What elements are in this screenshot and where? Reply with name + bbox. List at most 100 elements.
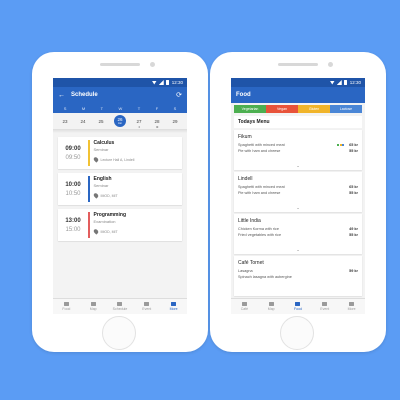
event-start: 13:00 — [65, 217, 81, 224]
app-bar: Food — [231, 87, 365, 103]
nav-label: Map — [267, 307, 275, 311]
restaurant-card[interactable]: Little India Chicken Korma with rice 49 … — [234, 214, 362, 254]
restaurant-name: Little India — [238, 218, 261, 224]
back-arrow-icon[interactable]: ← — [58, 92, 65, 99]
nav-label: More — [169, 307, 178, 311]
nav-schedule[interactable]: Schedule — [109, 302, 131, 311]
nav-label: Food — [62, 307, 71, 311]
event-dots-icon: •• — [156, 123, 158, 129]
nav-event[interactable]: Event — [314, 302, 336, 311]
weekday-label: T — [137, 105, 141, 111]
date-cell[interactable]: 28 •• — [152, 119, 162, 129]
nav-food[interactable]: Food — [55, 302, 77, 311]
event-icon — [322, 302, 328, 306]
nav-event[interactable]: Event — [136, 302, 158, 311]
dish-price: 59 kr — [349, 269, 358, 273]
schedule-screen: 12:30 ← Schedule ⟳ S M T W T F S 23 24 2… — [53, 78, 187, 314]
restaurant-card[interactable]: Café Tornet Lasagna 59 kr Spinach lasagn… — [234, 256, 362, 296]
battery-icon — [343, 80, 347, 85]
signal-icon — [336, 80, 342, 85]
speaker — [278, 63, 318, 66]
event-card[interactable]: 09:00 09:50 Calculus Seminar Lecture Hal… — [58, 137, 182, 169]
chevron-down-icon[interactable]: ⌄ — [234, 163, 362, 168]
date-cell[interactable]: 29 — [170, 119, 180, 124]
status-bar: 12:30 — [53, 78, 187, 87]
date-cell[interactable]: 25 — [96, 119, 106, 124]
event-start: 09:00 — [65, 145, 81, 152]
dish-price: 55 kr — [349, 149, 358, 153]
refresh-icon[interactable]: ⟳ — [176, 91, 182, 99]
dish-name: Fried vegetables with rice — [238, 233, 282, 237]
dish-row: Spinach lasagna with aubergine — [238, 274, 358, 280]
nav-label: Event — [142, 307, 152, 311]
event-card[interactable]: 10:00 10:50 English Seminar IMOD, MIT — [58, 173, 182, 205]
weekday-label: F — [155, 105, 159, 111]
dish-name: Chicken Korma with rice — [238, 227, 279, 231]
location-pin-icon — [92, 156, 99, 163]
tag-vegetarian[interactable]: Vegetarian — [234, 105, 266, 113]
dish-name: Spinach lasagna with aubergine — [238, 275, 292, 279]
phone-food: 12:30 Food Vegetarian Vegan Gluten Lacto… — [210, 52, 386, 352]
event-subject: Calculus — [93, 140, 115, 146]
event-card[interactable]: 13:00 15:00 Programming Examination IMOD… — [58, 209, 182, 241]
cafe-icon — [241, 302, 247, 306]
calendar-icon — [117, 302, 123, 306]
dish-name: Lasagna — [238, 269, 253, 273]
weekday-label: W — [118, 105, 123, 111]
date-cell[interactable]: 24 — [78, 119, 88, 124]
home-button[interactable] — [102, 316, 136, 350]
event-times: 13:00 15:00 — [58, 209, 88, 241]
signal-icon — [158, 80, 164, 85]
diet-marks — [337, 143, 344, 147]
nav-food[interactable]: Food — [287, 302, 309, 311]
nav-map[interactable]: Map — [260, 302, 282, 311]
event-end: 15:00 — [65, 226, 81, 233]
dish-row: Fried vegetables with rice 55 kr — [238, 232, 358, 238]
location-pin-icon — [92, 228, 99, 235]
restaurant-card[interactable]: Fikum Spaghetti with minced meat 65 kr P… — [234, 130, 362, 170]
wifi-icon — [151, 80, 157, 85]
event-icon — [144, 302, 150, 306]
restaurant-name: Lindell — [238, 176, 253, 182]
date-cell-selected[interactable]: 26 Jun — [114, 115, 126, 127]
speaker — [100, 63, 140, 66]
bottom-nav: Food Map Schedule Event More — [53, 298, 187, 314]
more-icon — [349, 302, 355, 306]
dish-price: 55 kr — [349, 191, 358, 195]
dish-row: Pie with ham and cheese 55 kr — [238, 148, 358, 154]
chevron-down-icon[interactable]: ⌄ — [234, 205, 362, 210]
weekday-label: M — [81, 105, 86, 111]
nav-more[interactable]: More — [163, 302, 185, 311]
event-times: 10:00 10:50 — [58, 173, 88, 205]
nav-map[interactable]: Map — [82, 302, 104, 311]
event-location: IMOD, MIT — [100, 193, 118, 198]
battery-icon — [165, 80, 169, 85]
event-subject: English — [93, 176, 112, 182]
date-cell[interactable]: 27 • — [134, 119, 144, 129]
nav-cafe[interactable]: Café — [233, 302, 255, 311]
event-start: 10:00 — [65, 181, 81, 188]
event-dot-icon: • — [138, 123, 140, 129]
event-kind: Seminar — [93, 183, 109, 188]
home-button[interactable] — [280, 316, 314, 350]
tag-gluten[interactable]: Gluten — [298, 105, 330, 113]
weekday-label: S — [173, 105, 177, 111]
event-location: IMOD, MIT — [100, 229, 118, 234]
nav-more[interactable]: More — [341, 302, 363, 311]
camera — [150, 62, 155, 67]
food-icon — [295, 302, 301, 306]
chevron-down-icon[interactable]: ⌄ — [234, 247, 362, 252]
event-location: Lecture Hall A, Lindell — [100, 157, 135, 162]
date-cell[interactable]: 23 — [60, 119, 70, 124]
bottom-nav: Café Map Food Event More — [231, 298, 365, 314]
tag-vegan[interactable]: Vegan — [266, 105, 298, 113]
map-icon — [268, 302, 274, 306]
calendar-shadow — [53, 129, 187, 133]
restaurant-card[interactable]: Lindell Spaghetti with minced meat 65 kr… — [234, 172, 362, 212]
weekday-label: T — [100, 105, 104, 111]
event-end: 09:50 — [65, 154, 81, 161]
event-times: 09:00 09:50 — [58, 137, 88, 169]
restaurant-name: Café Tornet — [238, 260, 264, 266]
tag-lactose[interactable]: Lactose — [330, 105, 362, 113]
dish-price: 49 kr — [349, 227, 358, 231]
